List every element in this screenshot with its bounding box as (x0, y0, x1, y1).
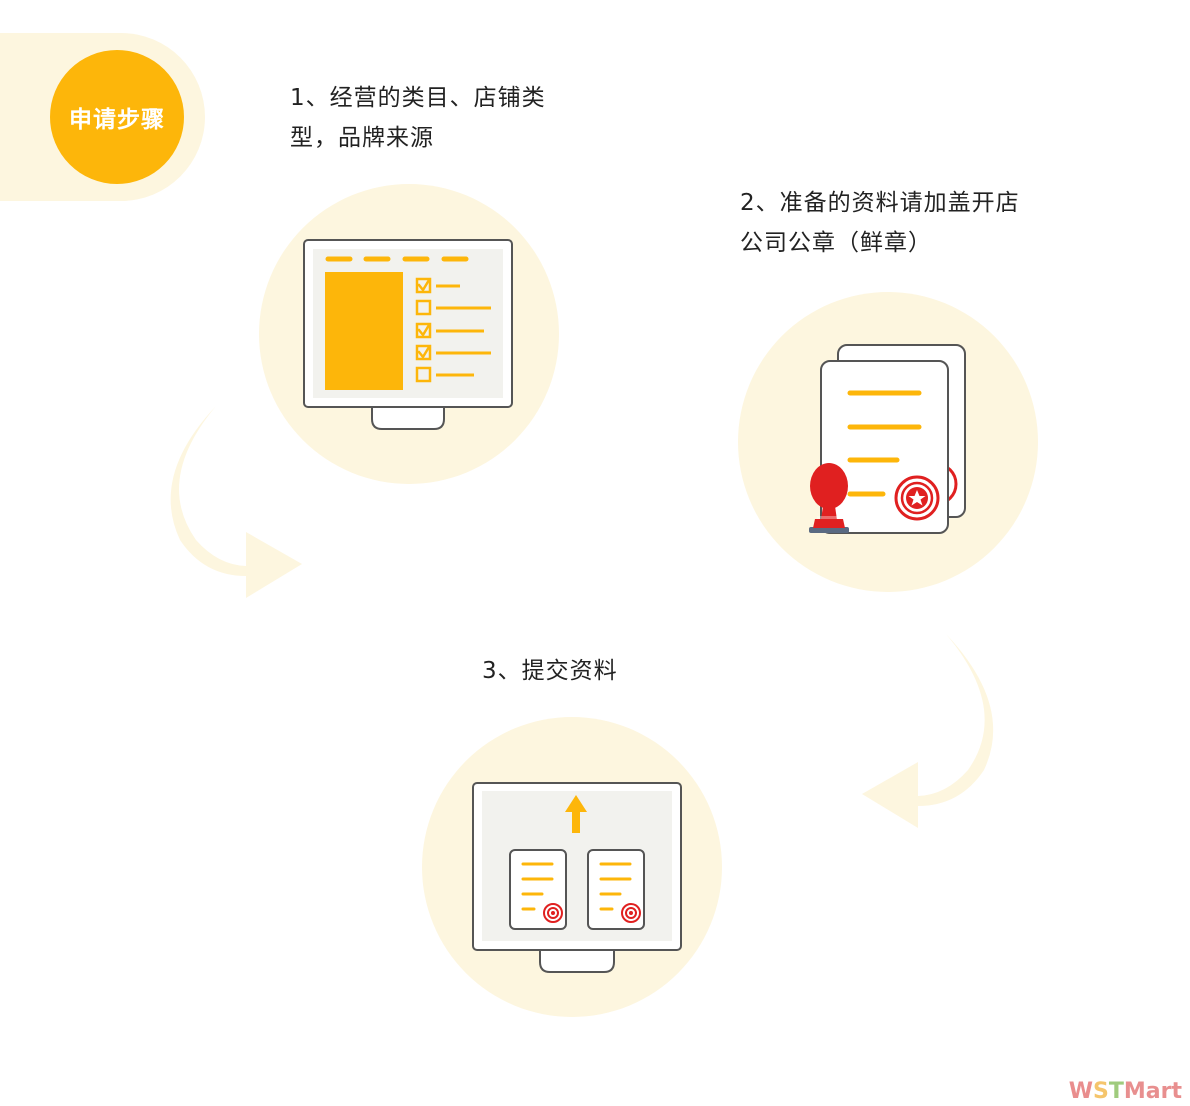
step-3-text: 3、提交资料 (482, 651, 618, 691)
step-2-line-1: 2、准备的资料请加盖开店 (740, 190, 1020, 216)
step-2-illustration (737, 291, 1039, 593)
title-text: 申请步骤 (69, 107, 165, 133)
watermark-w: W (1068, 1079, 1094, 1104)
monitor-stand-icon (371, 406, 445, 430)
step-1-text: 1、经营的类目、店铺类 型，品牌来源 (290, 78, 546, 158)
watermark-mart: Mart (1123, 1079, 1182, 1104)
stamp-icon (809, 463, 849, 533)
uploaded-document-icon (509, 849, 567, 930)
watermark-t: T (1108, 1079, 1124, 1104)
title-badge: 申请步骤 (50, 50, 184, 184)
monitor-stand-icon (539, 949, 615, 973)
step-1-line-1: 1、经营的类目、店铺类 (290, 85, 546, 111)
arrow-1-icon (166, 400, 306, 605)
watermark-s: S (1093, 1079, 1109, 1104)
seal-icon (894, 475, 940, 521)
content-block-icon (325, 272, 403, 390)
arrow-2-icon (858, 630, 998, 835)
step-2-text: 2、准备的资料请加盖开店 公司公章（鲜章） (740, 183, 1020, 263)
step-2-line-2: 公司公章（鲜章） (740, 230, 932, 256)
watermark-logo: WSTMart (1069, 1079, 1182, 1104)
step-3-illustration (421, 716, 723, 1018)
step-1-line-2: 型，品牌来源 (290, 125, 434, 151)
uploaded-document-icon (587, 849, 645, 930)
step-3-line-1: 3、提交资料 (482, 658, 618, 684)
